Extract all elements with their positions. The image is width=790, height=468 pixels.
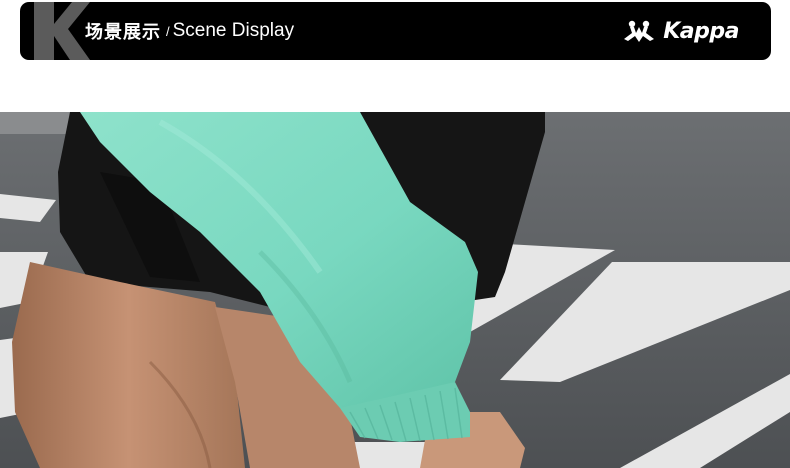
section-title: 场景展示 / Scene Display: [85, 2, 294, 60]
kappa-omini-icon: [624, 20, 655, 42]
section-header-banner: 场景展示 / Scene Display Kappa: [20, 2, 771, 60]
brand-name: Kappa: [663, 18, 739, 44]
title-separator: /: [166, 23, 170, 39]
section-title-cn: 场景展示: [85, 22, 161, 42]
brand-logo: Kappa: [619, 2, 739, 60]
curb: [0, 112, 70, 134]
k-watermark-icon: [34, 2, 90, 60]
scene-photo: [0, 112, 790, 468]
section-title-en: Scene Display: [172, 20, 295, 41]
